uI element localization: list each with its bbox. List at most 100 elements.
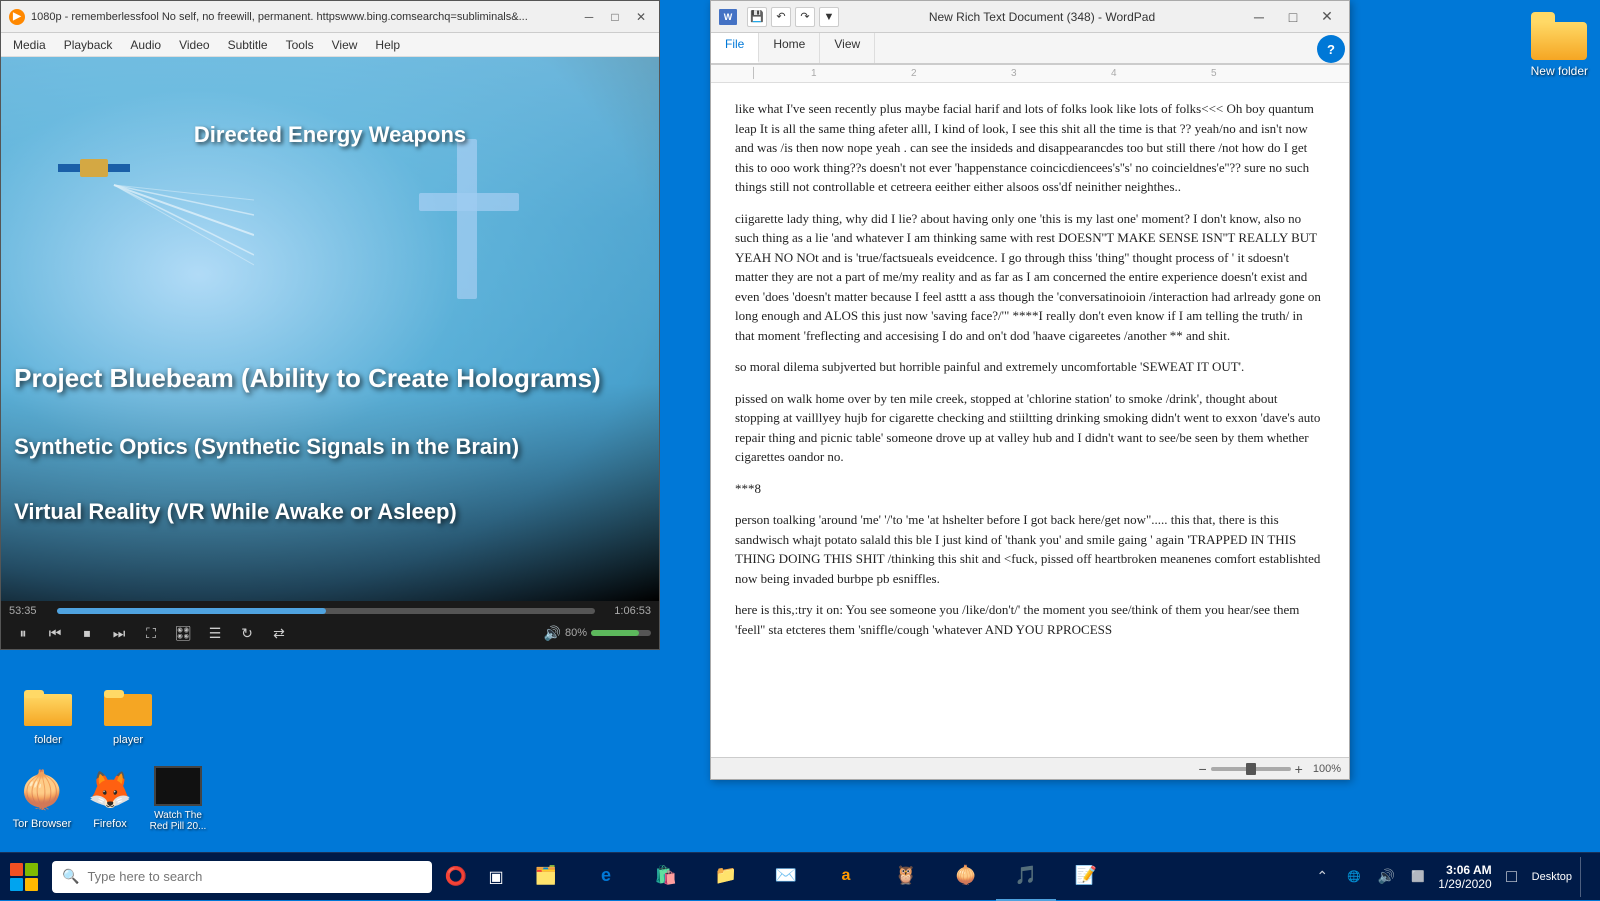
vlc-menu-playback[interactable]: Playback [56,36,121,54]
wp-undo-icon[interactable]: ↶ [771,7,791,27]
wordpad-zoom-slider[interactable] [1211,767,1291,771]
video-text-project: Project Bluebeam (Ability to Create Holo… [14,363,601,394]
vlc-buttons-row: ⏸ ⏮ ⏹ ⏭ ⛶ 🎛 ☰ ↻ ⇄ 🔊 80% [9,621,651,645]
vlc-titlebar: ▶ 1080p - rememberlessfool No self, no f… [1,1,659,33]
wp-redo-icon[interactable]: ↷ [795,7,815,27]
taskbar-app-mail[interactable]: ✉️ [756,853,816,901]
wordpad-help-icon[interactable]: ? [1317,35,1345,63]
cortana-button[interactable]: ⭕ [436,857,476,897]
vlc-menu-media[interactable]: Media [5,36,54,54]
vlc-stop-button[interactable]: ⏹ [73,621,101,645]
taskbar-battery-icon[interactable]: ⬜ [1406,865,1430,889]
video-text-directed: Directed Energy Weapons [194,122,466,148]
taskbar-app-tripadvisor[interactable]: 🦉 [876,853,936,901]
vlc-menu-help[interactable]: Help [367,36,408,54]
vlc-menu-tools[interactable]: Tools [278,36,322,54]
firefox-icon: 🦊 [86,766,134,814]
desktop-icon-watch-redpill[interactable]: Watch The Red Pill 20... [148,766,208,832]
vlc-progress-bar[interactable] [57,608,595,614]
wordpad-statusbar: − + 100% [711,757,1349,779]
vlc-volume-slider[interactable] [591,630,651,636]
taskbar-app-explorer[interactable]: 🗂️ [516,853,576,901]
desktop-icon-firefox[interactable]: 🦊 Firefox [80,766,140,832]
vlc-menubar: Media Playback Audio Video Subtitle Tool… [1,33,659,57]
wp-menu-icon[interactable]: ▼ [819,7,839,27]
vlc-menu-view[interactable]: View [324,36,366,54]
vlc-extended-button[interactable]: 🎛 [169,621,197,645]
taskbar-time: 3:06 AM [1438,863,1491,877]
wordpad-app-icon: W [719,9,737,25]
vlc-playlist-button[interactable]: ☰ [201,621,229,645]
wordpad-content[interactable]: like what I've seen recently plus maybe … [711,83,1349,757]
vlc-play-pause-button[interactable]: ⏸ [9,621,37,645]
wordpad-tab-view[interactable]: View [820,33,875,63]
vlc-video-area: Directed Energy Weapons Project Bluebeam… [1,57,659,601]
new-folder-desktop-icon[interactable]: New folder [1531,12,1588,78]
taskbar-app-files[interactable]: 📁 [696,853,756,901]
taskbar-volume-icon[interactable]: 🔊 [1374,865,1398,889]
taskbar-app-vlc[interactable]: 🎵 [996,853,1056,901]
wordpad-close-button[interactable]: ✕ [1313,5,1341,29]
wordpad-title: New Rich Text Document (348) - WordPad [845,10,1239,24]
folder-icon-img [24,682,72,730]
wordpad-paragraph-3: pissed on walk home over by ten mile cre… [735,389,1325,467]
wordpad-tab-file[interactable]: File [711,33,759,63]
start-button[interactable] [0,853,48,901]
wordpad-zoom-controls: − + 100% [1198,761,1341,777]
explorer-taskbar-icon: 🗂️ [535,865,557,886]
vlc-fullscreen-button[interactable]: ⛶ [137,621,165,645]
taskbar-app-amazon[interactable]: a [816,853,876,901]
wordpad-minimize-button[interactable]: ─ [1245,5,1273,29]
new-folder-image [1531,12,1587,60]
wordpad-paragraph-5: person toalking 'around 'me' '/'to 'me '… [735,510,1325,588]
new-folder-label: New folder [1531,64,1588,78]
wp-zoom-in-button[interactable]: + [1295,761,1303,777]
desktop-icon-tor-browser[interactable]: 🧅 Tor Browser [12,766,72,832]
taskbar-search-box[interactable]: 🔍 [52,861,432,893]
edge-taskbar-icon: e [601,865,611,886]
ruler-mark-1: 1 [811,68,817,79]
taskbar-app-wordpad[interactable]: 📝 [1056,853,1116,901]
vlc-skip-forward-button[interactable]: ⏭ [105,621,133,645]
taskbar-action-center-icon[interactable]: □ [1500,865,1524,889]
desktop-icon-player[interactable]: player [92,682,164,746]
video-beams [54,155,254,275]
taskbar-network-icon[interactable]: 🌐 [1342,865,1366,889]
wordpad-paragraph-0: like what I've seen recently plus maybe … [735,99,1325,197]
wordpad-tab-home[interactable]: Home [759,33,820,63]
vlc-menu-subtitle[interactable]: Subtitle [220,36,276,54]
vlc-maximize-button[interactable]: □ [605,7,625,27]
vlc-progress-row: 53:35 1:06:53 [9,605,651,617]
taskbar-overflow-icon[interactable]: ⌃ [1310,865,1334,889]
wp-zoom-out-button[interactable]: − [1198,761,1206,777]
wp-save-icon[interactable]: 💾 [747,7,767,27]
taskbar-search-input[interactable] [87,869,422,884]
folder-tab [1531,12,1555,22]
vlc-close-button[interactable]: ✕ [631,7,651,27]
wordpad-maximize-button[interactable]: □ [1279,5,1307,29]
desktop-row-1: folder player [12,682,208,746]
vlc-skip-back-button[interactable]: ⏮ [41,621,69,645]
video-text-vr: Virtual Reality (VR While Awake or Aslee… [14,499,457,525]
show-desktop-button[interactable] [1580,857,1588,897]
vlc-volume-area: 🔊 80% [544,625,651,642]
taskbar-date: 1/29/2020 [1438,877,1491,891]
vlc-current-time: 53:35 [9,605,49,617]
vlc-random-button[interactable]: ⇄ [265,621,293,645]
vlc-minimize-button[interactable]: ─ [579,7,599,27]
desktop-icon-folder[interactable]: folder [12,682,84,746]
vlc-loop-button[interactable]: ↻ [233,621,261,645]
taskbar-app-edge[interactable]: e [576,853,636,901]
windows-logo-icon [10,863,38,891]
windows-logo-tr [25,863,38,876]
wordpad-ruler: │ 1 2 3 4 5 [711,65,1349,83]
taskbar-clock[interactable]: 3:06 AM 1/29/2020 [1438,863,1491,891]
ruler-mark-4: 4 [1111,68,1117,79]
windows-logo-bl [10,878,23,891]
player-icon-img [104,682,152,730]
vlc-menu-video[interactable]: Video [171,36,217,54]
vlc-menu-audio[interactable]: Audio [122,36,169,54]
task-view-button[interactable]: ▣ [476,857,516,897]
taskbar-app-tor[interactable]: 🧅 [936,853,996,901]
taskbar-app-store[interactable]: 🛍️ [636,853,696,901]
